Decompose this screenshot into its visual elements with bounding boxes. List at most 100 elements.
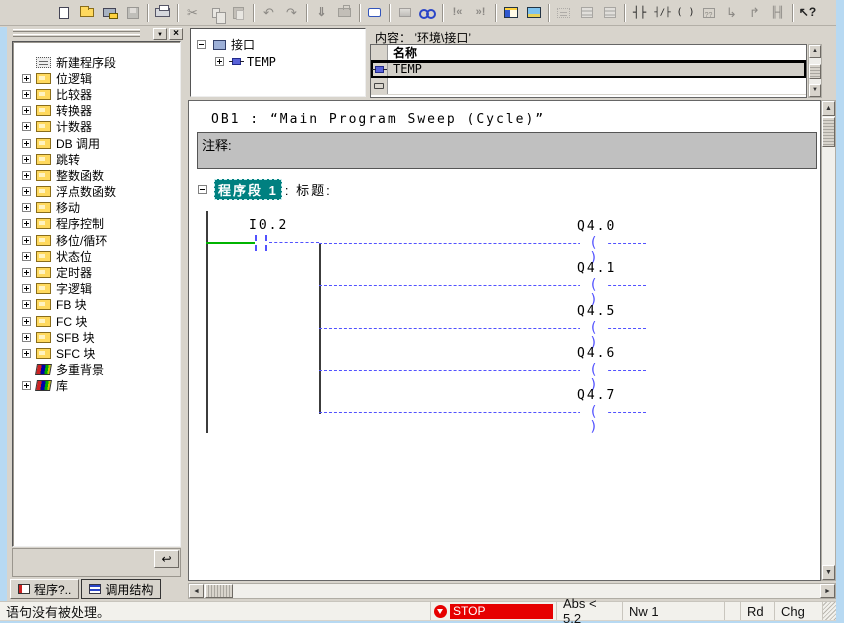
help-cursor-button[interactable] (796, 3, 819, 23)
block-comment-box[interactable]: 注释: (197, 132, 817, 169)
tab-program-elements[interactable]: 程序?.. (10, 579, 79, 599)
tree-item-bit-logic[interactable]: 位逻辑 (13, 70, 180, 86)
expand-plus-icon[interactable] (22, 381, 31, 390)
coil-rung[interactable]: Q4.6 (319, 349, 646, 374)
resize-grip[interactable] (822, 602, 836, 620)
paste-button[interactable] (227, 3, 250, 23)
coil-rung[interactable]: Q4.1 (319, 264, 646, 289)
monitor-onoff-button[interactable] (416, 3, 439, 23)
expand-plus-icon[interactable] (22, 349, 31, 358)
tree-item-word-logic[interactable]: 字逻辑 (13, 281, 180, 297)
open-branch-button[interactable] (720, 3, 743, 23)
scroll-up-button[interactable] (809, 45, 821, 58)
next-error-button[interactable] (469, 3, 492, 23)
no-contact-symbol[interactable] (255, 235, 267, 251)
expand-plus-icon[interactable] (22, 122, 31, 131)
insert-connection-button[interactable] (766, 3, 789, 23)
ladder-editor[interactable]: OB1 : “Main Program Sweep (Cycle)” 注释: 程… (188, 100, 821, 581)
tree-item-shift-rotate[interactable]: 移位/循环 (13, 232, 180, 248)
expand-plus-icon[interactable] (22, 236, 31, 245)
scroll-down-button[interactable] (809, 84, 821, 97)
palette-jump-button[interactable] (154, 550, 179, 568)
tree-item-sfc-blocks[interactable]: SFC 块 (13, 345, 180, 361)
tree-item-fb-blocks[interactable]: FB 块 (13, 297, 180, 313)
save-button[interactable] (121, 3, 144, 23)
scrollbar-track[interactable] (822, 148, 835, 565)
editor-vertical-scrollbar[interactable] (821, 100, 836, 581)
contact-address-label[interactable]: I0.2 (249, 218, 288, 233)
new-file-button[interactable] (52, 3, 75, 23)
tree-item-status-bits[interactable]: 状态位 (13, 248, 180, 264)
scrollbar-track[interactable] (234, 584, 820, 598)
block-title[interactable]: OB1 : “Main Program Sweep (Cycle)” (211, 112, 545, 127)
new-network-button[interactable] (552, 3, 575, 23)
tree-item-comparator[interactable]: 比较器 (13, 86, 180, 102)
diagram-view-button[interactable] (522, 3, 545, 23)
tree-item-multiple-instances[interactable]: 多重背景 (13, 362, 180, 378)
coil-address-label[interactable]: Q4.1 (577, 261, 616, 276)
tree-item-sfb-blocks[interactable]: SFB 块 (13, 329, 180, 345)
tree-item-jumps[interactable]: 跳转 (13, 151, 180, 167)
expand-plus-icon[interactable] (22, 317, 31, 326)
palette-titlebar[interactable] (9, 27, 184, 41)
coil-rung[interactable]: Q4.5 (319, 307, 646, 332)
insert-coil-button[interactable] (674, 3, 697, 23)
undo-button[interactable] (257, 3, 280, 23)
close-branch-button[interactable] (743, 3, 766, 23)
expand-plus-icon[interactable] (22, 106, 31, 115)
expand-plus-icon[interactable] (22, 90, 31, 99)
palette-menu-button[interactable] (153, 28, 167, 40)
insert-empty-box-button[interactable] (697, 3, 720, 23)
coil-address-label[interactable]: Q4.6 (577, 346, 616, 361)
symbol-info-button[interactable] (393, 3, 416, 23)
tree-item-float-functions[interactable]: 浮点数函数 (13, 184, 180, 200)
coil-rung[interactable]: Q4.0 (319, 222, 646, 247)
download-button[interactable] (310, 3, 333, 23)
scroll-left-button[interactable] (189, 584, 204, 598)
scrollbar-thumb[interactable] (822, 117, 835, 147)
open-button[interactable] (75, 3, 98, 23)
declaration-scrollbar[interactable] (808, 44, 822, 98)
open-online-button[interactable] (98, 3, 121, 23)
expand-plus-icon[interactable] (22, 74, 31, 83)
network-label-selected[interactable]: 程序段 1 (214, 179, 282, 200)
declaration-row-empty[interactable] (371, 78, 806, 95)
coil-address-label[interactable]: Q4.0 (577, 219, 616, 234)
expand-plus-icon[interactable] (22, 203, 31, 212)
expand-plus-icon[interactable] (22, 252, 31, 261)
insert-network-button[interactable] (575, 3, 598, 23)
scroll-right-button[interactable] (820, 584, 835, 598)
monitor-variable-button[interactable] (333, 3, 356, 23)
tree-item-integer-functions[interactable]: 整数函数 (13, 167, 180, 183)
collapse-minus-icon[interactable] (197, 40, 206, 49)
temp-section-row[interactable]: TEMP (191, 53, 365, 70)
expand-plus-icon[interactable] (22, 219, 31, 228)
symbol-representation-button[interactable] (363, 3, 386, 23)
tree-item-program-control[interactable]: 程序控制 (13, 216, 180, 232)
tree-item-converter[interactable]: 转换器 (13, 103, 180, 119)
scrollbar-thumb[interactable] (809, 64, 821, 79)
expand-plus-icon[interactable] (22, 171, 31, 180)
coil-rung[interactable]: Q4.7 (319, 391, 646, 416)
cut-button[interactable] (181, 3, 204, 23)
delete-network-button[interactable] (598, 3, 621, 23)
tree-item-counter[interactable]: 计数器 (13, 119, 180, 135)
expand-plus-icon[interactable] (22, 333, 31, 342)
expand-plus-icon[interactable] (22, 300, 31, 309)
expand-plus-icon[interactable] (215, 57, 224, 66)
expand-plus-icon[interactable] (22, 284, 31, 293)
expand-plus-icon[interactable] (22, 155, 31, 164)
tree-item-timers[interactable]: 定时器 (13, 264, 180, 280)
program-elements-overview-button[interactable] (499, 3, 522, 23)
expand-plus-icon[interactable] (22, 187, 31, 196)
declaration-row-temp[interactable]: TEMP (371, 61, 806, 78)
tree-item-fc-blocks[interactable]: FC 块 (13, 313, 180, 329)
redo-button[interactable] (280, 3, 303, 23)
tree-item-new-network[interactable]: 新建程序段 (13, 54, 180, 70)
scroll-up-button[interactable] (822, 101, 835, 116)
print-button[interactable] (151, 3, 174, 23)
previous-error-button[interactable] (446, 3, 469, 23)
expand-plus-icon[interactable] (22, 268, 31, 277)
drag-gripper[interactable] (13, 29, 140, 32)
tree-item-move[interactable]: 移动 (13, 200, 180, 216)
